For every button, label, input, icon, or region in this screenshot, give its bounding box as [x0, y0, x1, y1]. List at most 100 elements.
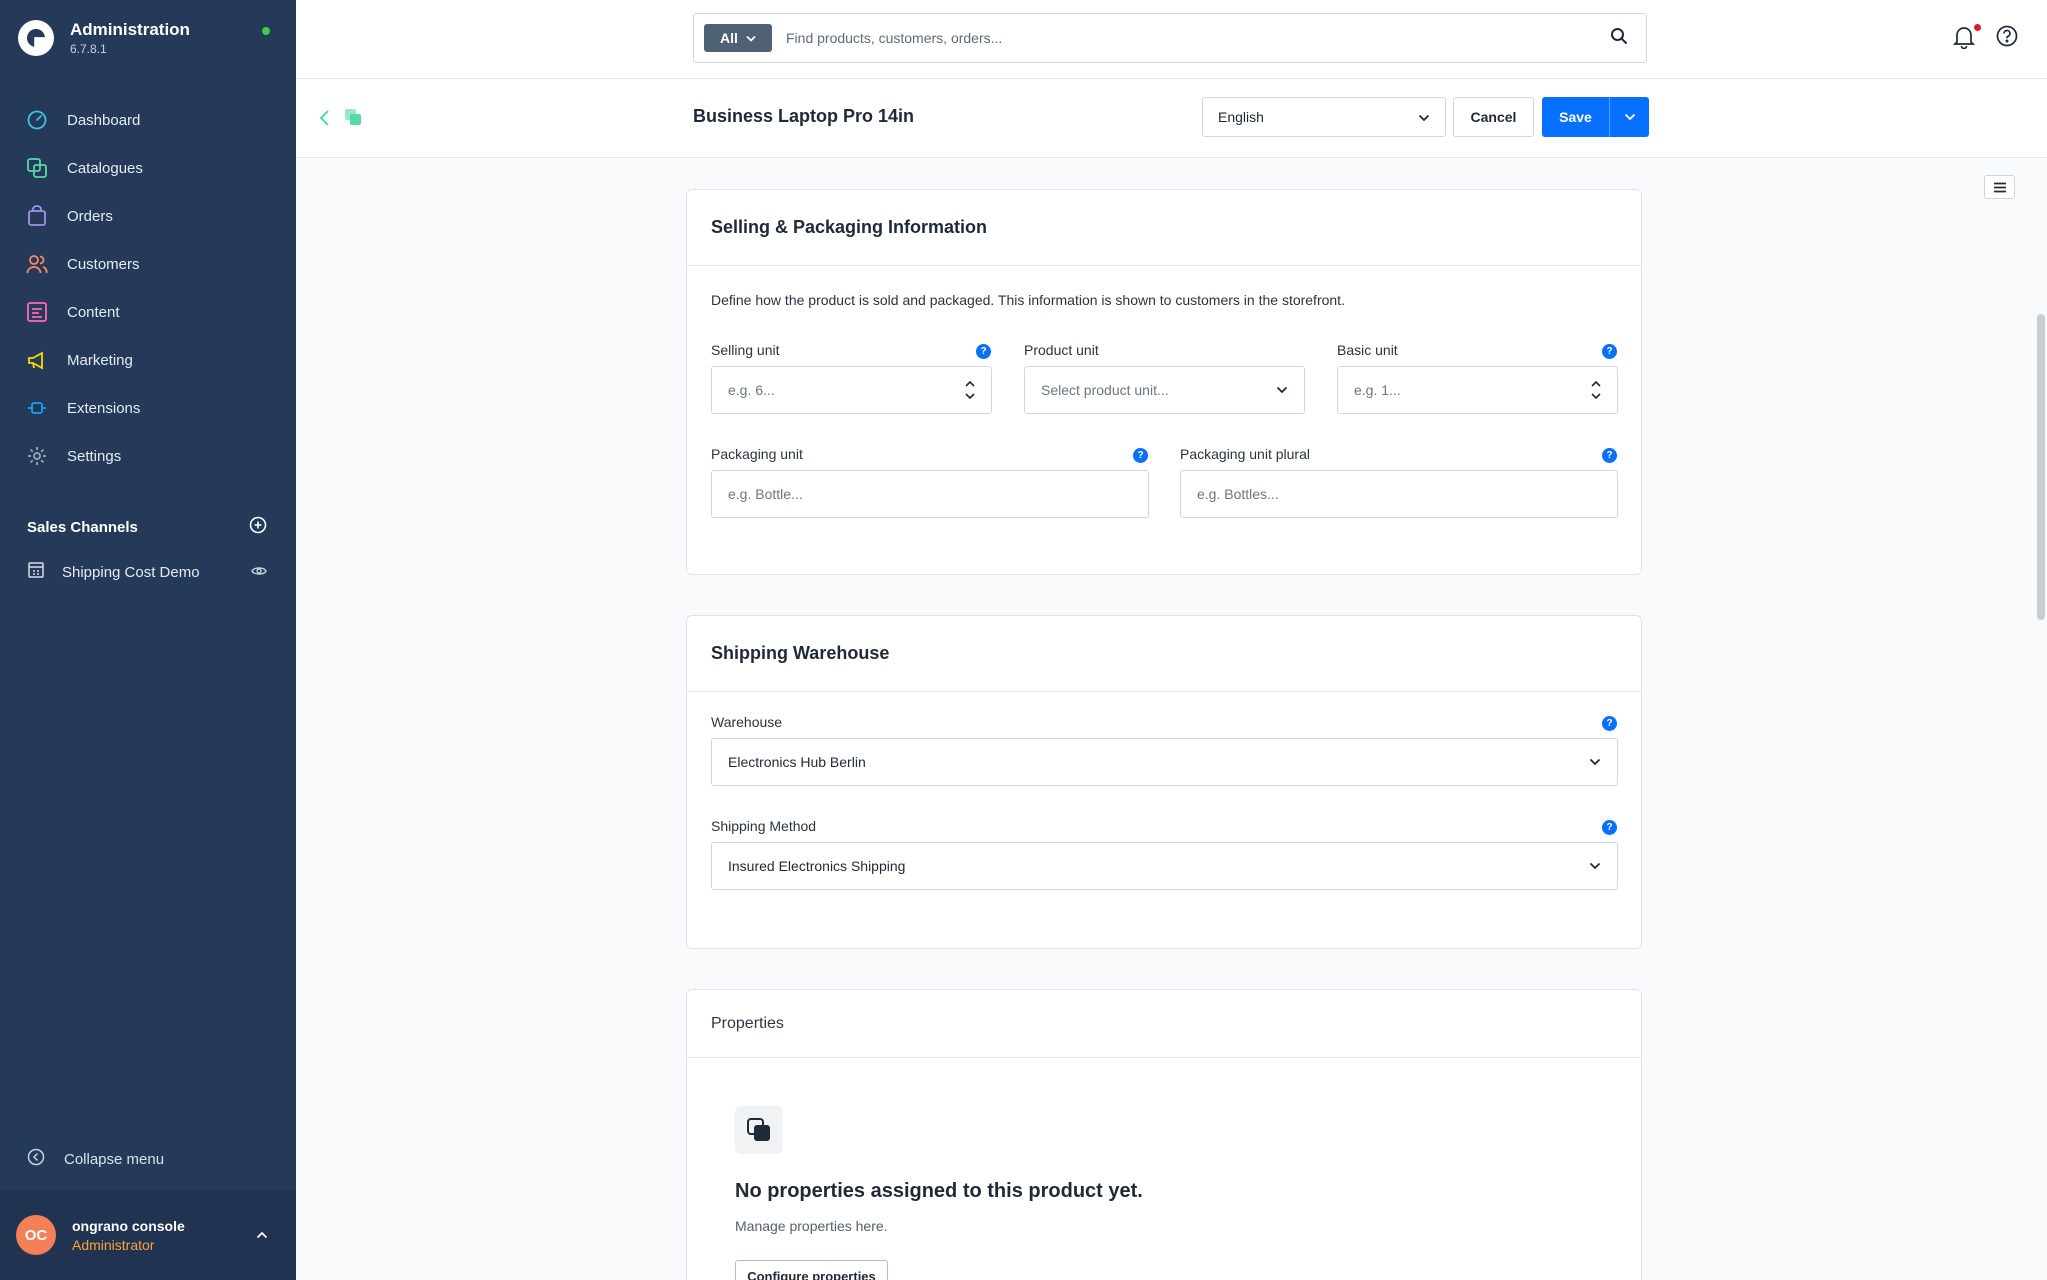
- sidebar-toggle-button[interactable]: [1984, 175, 2015, 199]
- help-icon[interactable]: [1996, 25, 2018, 52]
- orders-icon: [26, 205, 48, 227]
- sales-channel-label: Shipping Cost Demo: [62, 563, 200, 581]
- settings-icon: [26, 445, 48, 467]
- notification-badge: [1974, 24, 1981, 31]
- menu-lines-icon: [1993, 182, 2006, 192]
- nav-label: Extensions: [67, 399, 141, 417]
- empty-state-subtitle: Manage properties here.: [735, 1218, 888, 1234]
- chevron-down-icon: [1591, 393, 1601, 399]
- shipping-method-select[interactable]: Insured Electronics Shipping: [711, 842, 1618, 890]
- product-unit-label: Product unit: [1024, 342, 1099, 358]
- basic-unit-input[interactable]: e.g. 1...: [1337, 366, 1618, 414]
- shipping-warehouse-card: Shipping Warehouse Warehouse ? Electroni…: [686, 615, 1642, 949]
- card-title: Shipping Warehouse: [687, 616, 1641, 692]
- cancel-button[interactable]: Cancel: [1453, 97, 1534, 137]
- help-icon[interactable]: ?: [1602, 820, 1617, 835]
- empty-state-title: No properties assigned to this product y…: [735, 1180, 1143, 1202]
- sales-channel-item[interactable]: Shipping Cost Demo: [27, 561, 267, 583]
- packaging-unit-plural-placeholder: e.g. Bottles...: [1197, 486, 1279, 502]
- packaging-unit-placeholder: e.g. Bottle...: [728, 486, 803, 502]
- chevron-down-icon: [746, 35, 756, 42]
- nav-label: Marketing: [67, 351, 133, 369]
- admin-sidebar: Administration 6.7.8.1 Dashboard Catalog…: [0, 0, 296, 1280]
- help-icon[interactable]: ?: [976, 344, 991, 359]
- product-unit-placeholder: Select product unit...: [1041, 382, 1169, 398]
- save-button[interactable]: Save: [1542, 109, 1609, 125]
- customers-icon: [26, 253, 48, 275]
- sales-channels-header: Sales Channels: [27, 516, 267, 538]
- nav-item-dashboard[interactable]: Dashboard: [0, 96, 296, 144]
- user-profile[interactable]: OC ongrano console Administrator: [0, 1190, 296, 1280]
- content-icon: [26, 301, 48, 323]
- basic-unit-placeholder: e.g. 1...: [1354, 382, 1401, 398]
- collapse-label: Collapse menu: [64, 1150, 165, 1168]
- nav-label: Catalogues: [67, 159, 143, 177]
- packaging-unit-plural-label: Packaging unit plural: [1180, 446, 1310, 462]
- packaging-unit-input[interactable]: e.g. Bottle...: [711, 470, 1149, 518]
- nav-item-settings[interactable]: Settings: [0, 432, 296, 480]
- nav-label: Dashboard: [67, 111, 141, 129]
- quantity-stepper[interactable]: [965, 381, 975, 399]
- quantity-stepper[interactable]: [1591, 381, 1601, 399]
- nav-item-catalogues[interactable]: Catalogues: [0, 144, 296, 192]
- chevron-down-icon: [1589, 758, 1601, 766]
- configure-properties-button[interactable]: Configure properties: [735, 1260, 888, 1280]
- nav-label: Customers: [67, 255, 140, 273]
- app-title: Administration: [70, 20, 190, 39]
- packaging-unit-label: Packaging unit: [711, 446, 803, 462]
- search-scope-dropdown[interactable]: All: [704, 24, 772, 52]
- chevron-up-icon[interactable]: [256, 1226, 268, 1244]
- scrollbar-thumb[interactable]: [2037, 314, 2045, 620]
- storefront-icon: [27, 561, 45, 583]
- chevron-down-icon: [1276, 386, 1288, 394]
- help-icon[interactable]: ?: [1133, 448, 1148, 463]
- card-description: Define how the product is sold and packa…: [711, 292, 1345, 308]
- save-options-button[interactable]: [1609, 97, 1649, 137]
- nav-label: Content: [67, 303, 120, 321]
- chevron-down-icon: [1589, 862, 1601, 870]
- search-icon[interactable]: [1610, 27, 1628, 50]
- basic-unit-label: Basic unit: [1337, 342, 1398, 358]
- nav-item-content[interactable]: Content: [0, 288, 296, 336]
- chevron-up-icon: [1591, 381, 1601, 387]
- top-bar: All: [296, 0, 2047, 79]
- chevron-down-icon: [1624, 113, 1635, 121]
- card-title: Properties: [687, 990, 1641, 1058]
- add-sales-channel-icon[interactable]: [249, 516, 267, 538]
- packaging-unit-plural-input[interactable]: e.g. Bottles...: [1180, 470, 1618, 518]
- shipping-method-value: Insured Electronics Shipping: [728, 858, 906, 874]
- warehouse-label: Warehouse: [711, 714, 783, 730]
- help-icon[interactable]: ?: [1602, 448, 1617, 463]
- language-select[interactable]: English: [1202, 97, 1446, 137]
- marketing-icon: [26, 349, 48, 371]
- user-role: Administrator: [72, 1236, 155, 1253]
- brand[interactable]: Administration 6.7.8.1: [18, 20, 190, 56]
- product-unit-select[interactable]: Select product unit...: [1024, 366, 1305, 414]
- back-arrow-icon[interactable]: [318, 109, 330, 132]
- product-module-icon: [344, 108, 362, 131]
- eye-icon[interactable]: [251, 564, 267, 581]
- warehouse-value: Electronics Hub Berlin: [728, 754, 866, 770]
- search-input[interactable]: [786, 18, 1610, 58]
- nav-item-orders[interactable]: Orders: [0, 192, 296, 240]
- card-title: Selling & Packaging Information: [687, 190, 1641, 266]
- nav-item-customers[interactable]: Customers: [0, 240, 296, 288]
- brand-text: Administration 6.7.8.1: [70, 20, 190, 56]
- nav-item-marketing[interactable]: Marketing: [0, 336, 296, 384]
- selling-unit-input[interactable]: e.g. 6...: [711, 366, 992, 414]
- collapse-menu-button[interactable]: Collapse menu: [27, 1148, 164, 1170]
- warehouse-select[interactable]: Electronics Hub Berlin: [711, 738, 1618, 786]
- notifications-bell-icon[interactable]: [1952, 25, 1976, 54]
- save-button-group: Save: [1542, 97, 1649, 137]
- help-icon[interactable]: ?: [1602, 716, 1617, 731]
- properties-empty-icon: [735, 1106, 783, 1154]
- help-icon[interactable]: ?: [1602, 344, 1617, 359]
- page-scrollbar[interactable]: [2035, 158, 2047, 1280]
- search-scope-label: All: [720, 30, 738, 46]
- main-navigation: Dashboard Catalogues Orders Customers Co…: [0, 96, 296, 480]
- selling-unit-placeholder: e.g. 6...: [728, 382, 775, 398]
- selling-packaging-card: Selling & Packaging Information Define h…: [686, 189, 1642, 575]
- nav-item-extensions[interactable]: Extensions: [0, 384, 296, 432]
- online-status-indicator: [262, 27, 270, 35]
- dashboard-icon: [26, 109, 48, 131]
